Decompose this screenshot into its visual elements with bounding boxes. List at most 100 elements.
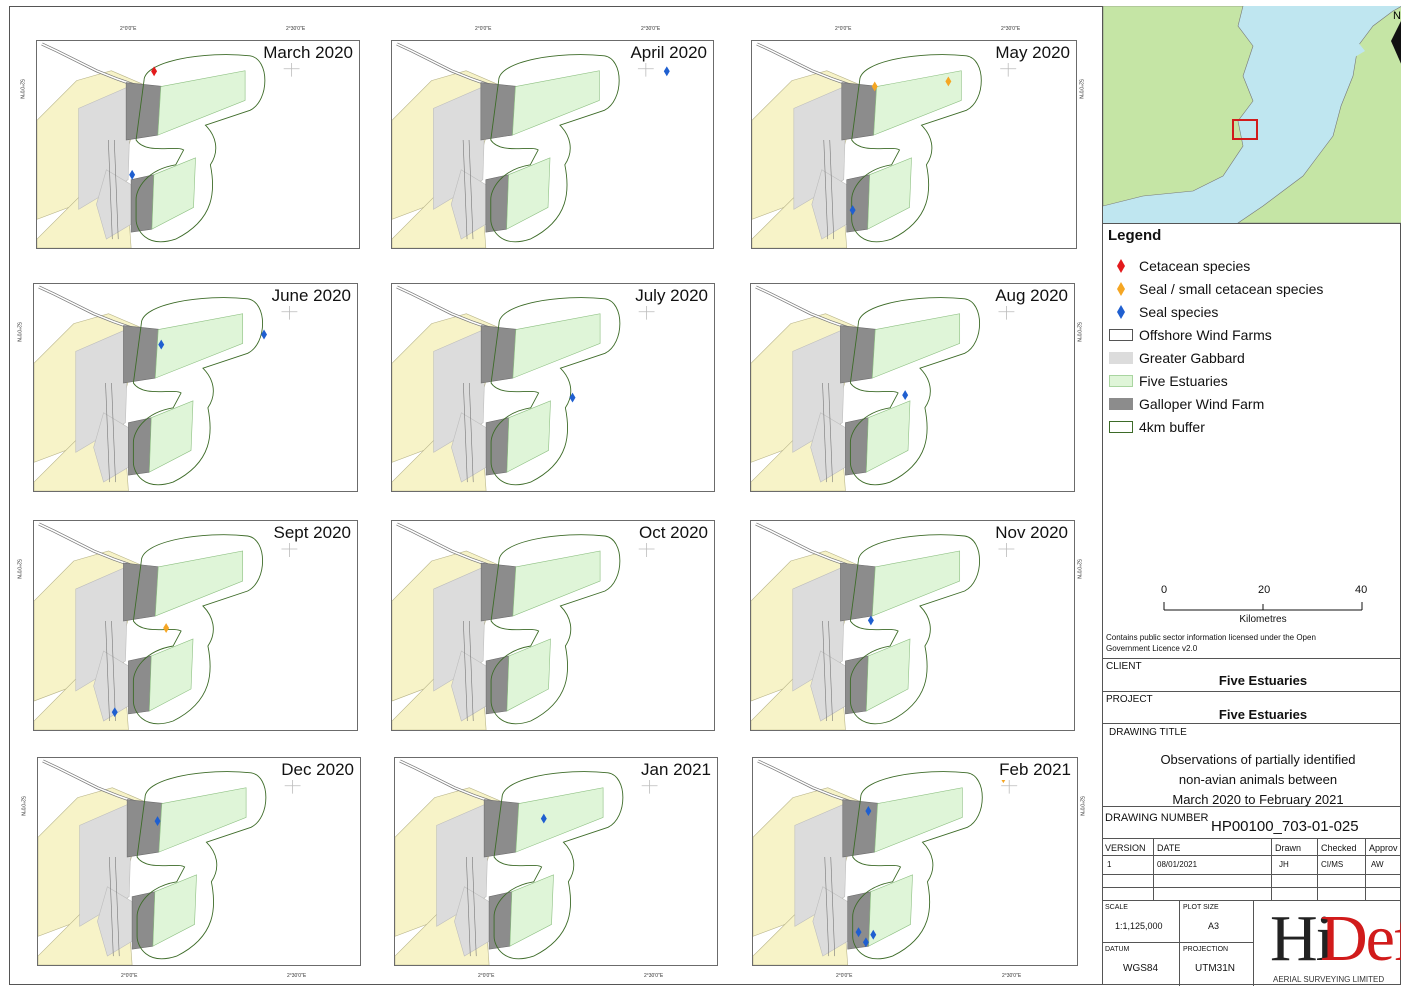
panel-month-label: Aug 2020 bbox=[993, 286, 1070, 306]
legend-label: 4km buffer bbox=[1139, 419, 1205, 435]
seal-small-cetacean-observation-marker bbox=[163, 623, 170, 634]
longitude-tick-label: 2°0'0"E bbox=[836, 973, 853, 979]
panel-month-label: Feb 2021 bbox=[997, 760, 1073, 780]
panel-month-label: April 2020 bbox=[628, 43, 709, 63]
seal-observation-marker bbox=[867, 615, 874, 626]
longitude-tick-label: 2°30'0"E bbox=[286, 26, 306, 32]
legend-label: Galloper Wind Farm bbox=[1139, 396, 1265, 412]
scale-bar: 0 20 40 Kilometres bbox=[1158, 584, 1368, 625]
row-approved: AW bbox=[1371, 860, 1384, 869]
drawing-title-label: DRAWING TITLE bbox=[1109, 727, 1187, 738]
cetacean-observation-marker bbox=[151, 66, 158, 77]
row-drawn: JH bbox=[1279, 860, 1289, 869]
panel-month-label: May 2020 bbox=[993, 43, 1072, 63]
latitude-tick-label: 52°0'0"N bbox=[1077, 79, 1084, 99]
panel-month-label: Nov 2020 bbox=[993, 523, 1070, 543]
legend-item: Cetacean species bbox=[1109, 256, 1250, 276]
map-panel: Oct 2020 bbox=[391, 520, 715, 731]
legend-swatch bbox=[1109, 352, 1133, 364]
datum-value: WGS84 bbox=[1123, 963, 1159, 974]
legend-label: Cetacean species bbox=[1139, 258, 1251, 274]
legend-item: Seal species bbox=[1109, 302, 1218, 322]
datum-label: DATUM bbox=[1105, 946, 1130, 953]
map-panel: Aug 2020 bbox=[750, 283, 1075, 492]
legend-label: Seal / small cetacean species bbox=[1139, 281, 1324, 297]
map-panel: March 2020 bbox=[36, 40, 360, 249]
logo-def-text: Def bbox=[1320, 905, 1401, 975]
drawing-number-label: DRAWING NUMBER bbox=[1105, 812, 1209, 824]
plot-size-label: PLOT SIZE bbox=[1183, 904, 1219, 911]
latitude-tick-label: 52°0'0"N bbox=[15, 559, 22, 579]
revision-table: VERSION DATE Drawn Checked Approv 1 08/0… bbox=[1103, 838, 1401, 901]
inset-map-svg: N bbox=[1103, 6, 1401, 223]
client-value: Five Estuaries bbox=[1218, 673, 1308, 688]
drawing-title-line: Observations of partially identified bbox=[1160, 752, 1356, 767]
drawing-title-box: DRAWING TITLE Observations of partially … bbox=[1103, 723, 1401, 807]
row-date: 08/01/2021 bbox=[1157, 860, 1198, 869]
legend-swatch bbox=[1109, 421, 1133, 433]
panel-month-label: Oct 2020 bbox=[637, 523, 710, 543]
map-panel: June 2020 bbox=[33, 283, 358, 492]
scale-datum-box: SCALE 1:1,125,000 PLOT SIZE A3 DATUM WGS… bbox=[1103, 900, 1401, 986]
legend-item: Offshore Wind Farms bbox=[1109, 325, 1272, 345]
latitude-tick-label: 52°0'0"N bbox=[18, 79, 25, 99]
latitude-tick-label: 52°0'0"N bbox=[1075, 322, 1082, 342]
map-panel: Jan 2021 bbox=[394, 757, 718, 966]
legend-item: 4km buffer bbox=[1109, 417, 1205, 437]
seal-observation-marker bbox=[663, 66, 670, 77]
map-panel: Feb 2021 bbox=[752, 757, 1078, 966]
latitude-tick-label: 52°0'0"N bbox=[1078, 796, 1085, 816]
legend-label: Greater Gabbard bbox=[1139, 350, 1245, 366]
legend-swatch bbox=[1109, 329, 1133, 341]
scale-unit: Kilometres bbox=[1239, 614, 1287, 625]
scale-value: 1:1,125,000 bbox=[1115, 921, 1163, 931]
latitude-tick-label: 52°0'0"N bbox=[19, 796, 26, 816]
legend-item: Five Estuaries bbox=[1109, 371, 1228, 391]
legend-label: Seal species bbox=[1139, 304, 1219, 320]
scale-bar-line bbox=[1163, 602, 1363, 611]
row-checked: CI/MS bbox=[1321, 860, 1344, 869]
header-checked: Checked bbox=[1321, 843, 1357, 853]
header-date: DATE bbox=[1157, 843, 1181, 853]
panel-month-label: July 2020 bbox=[633, 286, 710, 306]
row-version: 1 bbox=[1107, 860, 1112, 869]
drawing-number-box: DRAWING NUMBER HP00100_703-01-025 bbox=[1103, 806, 1401, 838]
licence-text: Contains public sector information licen… bbox=[1106, 633, 1316, 653]
longitude-tick-label: 2°0'0"E bbox=[121, 973, 138, 979]
longitude-tick-label: 2°0'0"E bbox=[478, 973, 495, 979]
header-drawn: Drawn bbox=[1275, 843, 1302, 853]
latitude-tick-label: 52°0'0"N bbox=[1075, 559, 1082, 579]
longitude-tick-label: 2°30'0"E bbox=[1001, 26, 1021, 32]
company-logo: Hi Def AERIAL SURVEYING LIMITED bbox=[1258, 905, 1401, 985]
panel-month-label: Sept 2020 bbox=[271, 523, 353, 543]
legend-label: Five Estuaries bbox=[1139, 373, 1228, 389]
map-panel: July 2020 bbox=[391, 283, 715, 492]
longitude-tick-label: 2°30'0"E bbox=[644, 973, 664, 979]
longitude-tick-label: 2°0'0"E bbox=[475, 26, 492, 32]
projection-label: PROJECTION bbox=[1183, 946, 1229, 953]
longitude-tick-label: 2°0'0"E bbox=[835, 26, 852, 32]
project-box: PROJECT Five Estuaries bbox=[1103, 691, 1401, 723]
header-version: VERSION bbox=[1105, 843, 1146, 853]
longitude-tick-label: 2°30'0"E bbox=[1002, 973, 1022, 979]
drawing-title-line: non-avian animals between bbox=[1178, 772, 1338, 787]
latitude-tick-label: 52°0'0"N bbox=[15, 322, 22, 342]
scale-label-20: 20 bbox=[1258, 584, 1271, 596]
scale-label-0: 0 bbox=[1161, 584, 1168, 596]
legend-item: Greater Gabbard bbox=[1109, 348, 1245, 368]
seal-observation-marker bbox=[902, 390, 909, 401]
diamond-marker-icon bbox=[1109, 258, 1133, 274]
panel-month-label: June 2020 bbox=[269, 286, 353, 306]
map-panel: May 2020 bbox=[751, 40, 1077, 249]
seal-observation-marker bbox=[129, 169, 136, 180]
svg-text:N: N bbox=[1393, 10, 1401, 22]
legend-swatch bbox=[1109, 375, 1133, 387]
legend-item: Galloper Wind Farm bbox=[1109, 394, 1264, 414]
legend-label: Offshore Wind Farms bbox=[1139, 327, 1272, 343]
longitude-tick-label: 2°0'0"E bbox=[120, 26, 137, 32]
plot-size-value: A3 bbox=[1208, 921, 1220, 931]
projection-value: UTM31N bbox=[1195, 963, 1236, 974]
project-label: PROJECT bbox=[1106, 694, 1153, 705]
diamond-marker-icon bbox=[1109, 281, 1133, 297]
legend-item: Seal / small cetacean species bbox=[1109, 279, 1323, 299]
